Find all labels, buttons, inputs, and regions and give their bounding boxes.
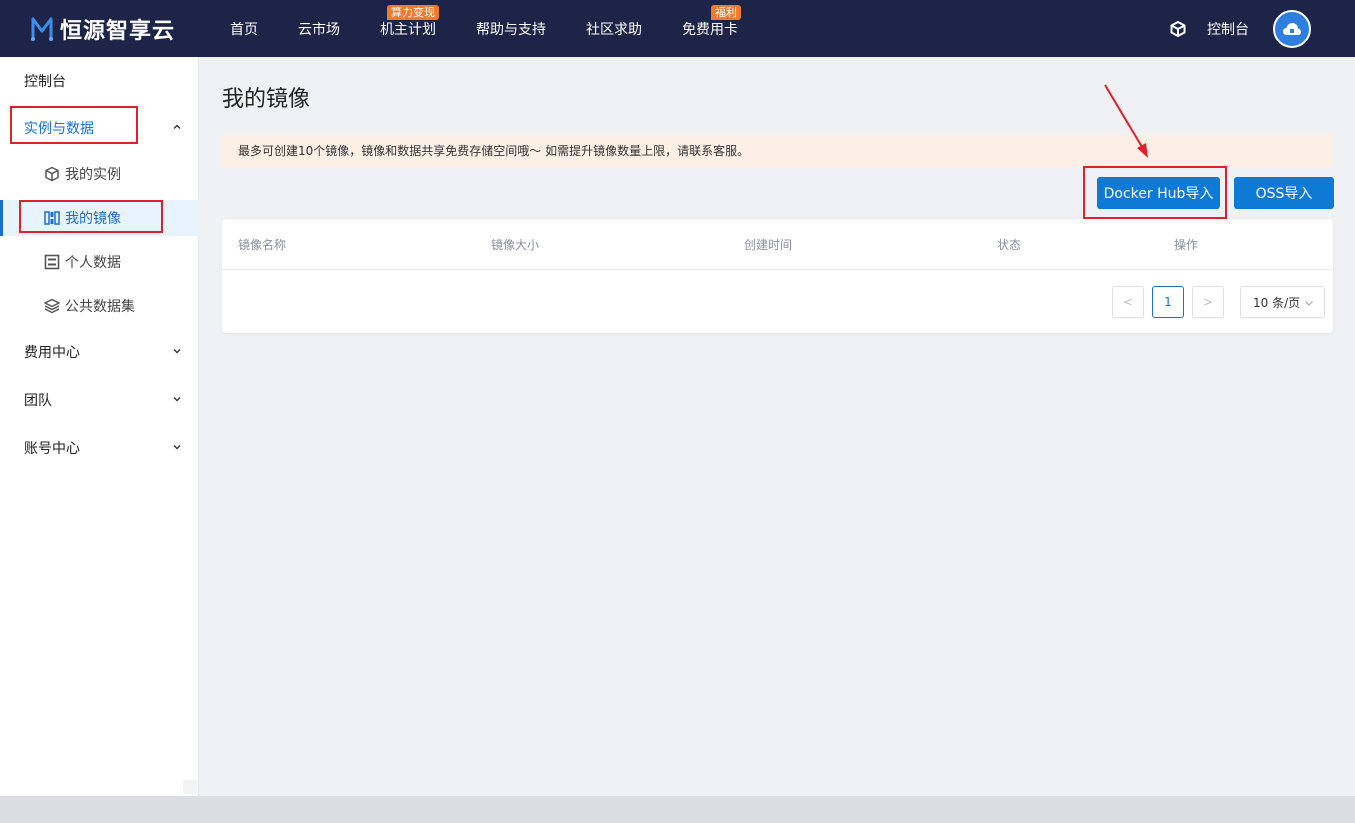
nav-label: 社区求助 [586, 21, 642, 38]
disk-icon [44, 254, 60, 270]
pagination-prev-button[interactable]: < [1112, 286, 1144, 318]
nav-label: 云市场 [298, 21, 340, 38]
sidebar-group-label: 团队 [24, 393, 52, 409]
sidebar-item-personal-data[interactable]: 个人数据 [0, 244, 199, 280]
cube-icon [45, 166, 59, 182]
nav-badge: 福利 [711, 5, 741, 20]
cloud-icon [1283, 22, 1301, 35]
sidebar-group-billing[interactable]: 费用中心 [0, 334, 199, 370]
column-header-name: 镜像名称 [238, 238, 287, 252]
pagination-page-1[interactable]: 1 [1152, 286, 1184, 318]
image-table: 镜像名称 镜像大小 创建时间 状态 操作 < 1 > 10 条/页 [222, 219, 1333, 333]
sidebar-item-my-instances[interactable]: 我的实例 [0, 156, 199, 192]
console-link[interactable]: 控制台 [1207, 19, 1249, 39]
notice-banner: 最多可创建10个镜像，镜像和数据共享免费存储空间哦～ 如需提升镜像数量上限，请联… [222, 134, 1333, 167]
layers-icon [44, 298, 60, 314]
chevron-up-icon [173, 124, 181, 129]
nav-badge: 算力变现 [387, 5, 439, 20]
sidebar-item-label: 公共数据集 [65, 299, 135, 315]
sidebar-group-team[interactable]: 团队 [0, 382, 199, 418]
sidebar-group-account[interactable]: 账号中心 [0, 430, 199, 466]
nav-item-host-plan[interactable]: 机主计划 算力变现 [380, 0, 439, 57]
sidebar-item-my-images[interactable]: 我的镜像 [0, 200, 199, 236]
image-icon [44, 211, 60, 225]
chevron-down-icon [173, 397, 181, 402]
scrollbar[interactable] [183, 780, 197, 794]
pagination-next-button[interactable]: > [1192, 286, 1224, 318]
nav-label: 免费用卡 [682, 21, 738, 38]
sidebar-group-instances-data[interactable]: 实例与数据 [0, 110, 199, 146]
chevron-down-icon [173, 349, 181, 354]
nav-item-market[interactable]: 云市场 [298, 0, 340, 57]
sidebar-item-label: 个人数据 [65, 255, 121, 271]
sidebar-item-label: 我的实例 [65, 167, 121, 183]
logo-icon [31, 17, 53, 41]
oss-import-button[interactable]: OSS导入 [1234, 177, 1334, 209]
sidebar-group-label: 费用中心 [24, 345, 80, 361]
nav-item-free-card[interactable]: 免费用卡 福利 [682, 0, 741, 57]
top-navbar: 恒源智享云 首页 云市场 机主计划 算力变现 帮助与支持 社区求助 免费用卡 福… [0, 0, 1355, 57]
sidebar-group-label: 实例与数据 [24, 121, 94, 137]
nav-item-help[interactable]: 帮助与支持 [476, 0, 546, 57]
sidebar: 控制台 实例与数据 我的实例 我的镜像 个人数据 公共数据集 费用中心 团队 账… [0, 57, 199, 796]
column-header-created: 创建时间 [744, 238, 793, 252]
top-right-actions: 控制台 [1169, 0, 1311, 57]
chevron-down-icon [1305, 301, 1313, 306]
column-header-size: 镜像大小 [491, 238, 540, 252]
docker-hub-import-button[interactable]: Docker Hub导入 [1097, 177, 1220, 209]
table-header: 镜像名称 镜像大小 创建时间 状态 操作 [222, 219, 1333, 270]
nav-label: 机主计划 [380, 21, 436, 38]
page-title: 我的镜像 [222, 87, 311, 112]
nav-item-home[interactable]: 首页 [230, 0, 258, 57]
sidebar-group-label: 账号中心 [24, 441, 80, 457]
sidebar-item-console[interactable]: 控制台 [24, 71, 66, 91]
main-nav: 首页 云市场 机主计划 算力变现 帮助与支持 社区求助 免费用卡 福利 [230, 0, 778, 57]
sidebar-item-label: 我的镜像 [65, 211, 121, 227]
cube-icon[interactable] [1169, 20, 1187, 38]
avatar[interactable] [1273, 9, 1311, 48]
logo[interactable]: 恒源智享云 [30, 13, 216, 45]
nav-item-community[interactable]: 社区求助 [586, 0, 642, 57]
column-header-actions: 操作 [1174, 238, 1199, 252]
page-size-value: 10 条/页 [1253, 295, 1301, 310]
chevron-down-icon [173, 445, 181, 450]
annotation-arrow [1104, 84, 1148, 158]
page-size-select[interactable]: 10 条/页 [1240, 286, 1325, 318]
nav-label: 首页 [230, 21, 258, 38]
nav-label: 帮助与支持 [476, 21, 546, 38]
app-window: 恒源智享云 首页 云市场 机主计划 算力变现 帮助与支持 社区求助 免费用卡 福… [0, 0, 1355, 796]
brand-name: 恒源智享云 [60, 18, 176, 44]
notice-text: 最多可创建10个镜像，镜像和数据共享免费存储空间哦～ 如需提升镜像数量上限，请联… [238, 144, 750, 158]
column-header-status: 状态 [997, 238, 1022, 252]
sidebar-item-public-datasets[interactable]: 公共数据集 [0, 288, 199, 324]
